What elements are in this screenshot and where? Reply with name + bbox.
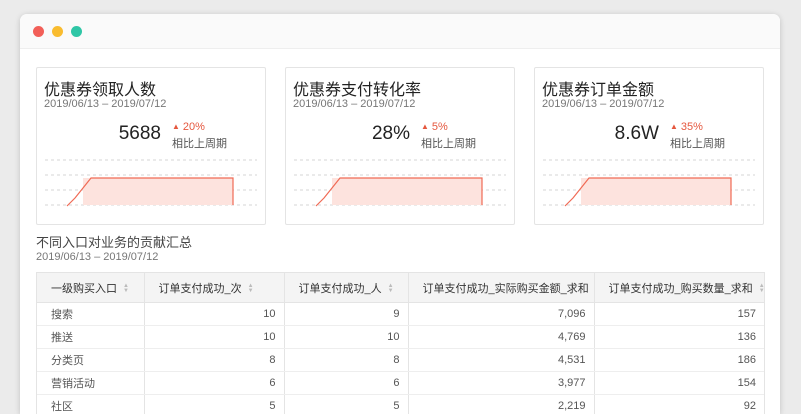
kpi-value: 28% <box>372 123 410 145</box>
table-row[interactable]: 营销活动663,977154 <box>37 372 764 395</box>
column-header[interactable]: 订单支付成功_实际购买金额_求和▲▼ <box>408 273 594 303</box>
column-header-label: 订单支付成功_购买数量_求和 <box>609 283 753 295</box>
table-cell: 5 <box>144 395 284 414</box>
kpi-change: ▲5% <box>421 121 448 133</box>
triangle-up-icon: ▲ <box>670 122 678 131</box>
section-date-range: 2019/06/13 – 2019/07/12 <box>36 251 158 263</box>
table-row[interactable]: 推送10104,769136 <box>37 326 764 349</box>
minimize-window-button[interactable] <box>52 26 63 37</box>
table-cell: 6 <box>284 372 408 395</box>
close-window-button[interactable] <box>33 26 44 37</box>
table-cell: 10 <box>144 303 284 326</box>
table-cell: 分类页 <box>37 349 144 372</box>
column-header[interactable]: 订单支付成功_次 ▲▼ <box>144 273 284 303</box>
triangle-up-icon: ▲ <box>172 122 180 131</box>
table-cell: 8 <box>284 349 408 372</box>
table-cell: 92 <box>594 395 764 414</box>
table-cell: 136 <box>594 326 764 349</box>
table-cell: 8 <box>144 349 284 372</box>
column-header-label: 订单支付成功_实际购买金额_求和 <box>423 283 589 295</box>
kpi-card: 优惠券订单金额2019/06/13 – 2019/07/12 8.6W ▲35% 相比… <box>534 67 764 225</box>
table-row[interactable]: 分类页884,531186 <box>37 349 764 372</box>
sort-icon[interactable]: ▲▼ <box>388 284 394 294</box>
table-cell: 推送 <box>37 326 144 349</box>
sort-icon[interactable]: ▲▼ <box>759 284 764 294</box>
kpi-title: 优惠券支付转化率 <box>293 76 421 100</box>
table-cell: 10 <box>144 326 284 349</box>
table-cell: 154 <box>594 372 764 395</box>
table-cell: 4,769 <box>408 326 594 349</box>
app-window: 优惠券领取人数2019/06/13 – 2019/07/125688▲20%相比… <box>20 14 780 414</box>
kpi-card: 优惠券支付转化率2019/06/13 – 2019/07/12 28% ▲5% 相比上… <box>285 67 515 225</box>
table-cell: 3,977 <box>408 372 594 395</box>
kpi-change-value: 20% <box>183 121 205 133</box>
column-header[interactable]: 一级购买入口 ▲▼ <box>37 273 144 303</box>
column-header-label: 一级购买入口 <box>51 283 117 295</box>
kpi-compare-label: 相比上周期 <box>670 135 725 151</box>
kpi-card: 优惠券领取人数2019/06/13 – 2019/07/12 5688 ▲20% 相比… <box>36 67 266 225</box>
kpi-change-value: 5% <box>432 121 448 133</box>
table-cell: 5 <box>284 395 408 414</box>
table-header-row: 一级购买入口 ▲▼ 订单支付成功_次 ▲▼ 订单支付成功_人 ▲▼ 订单支付成功_实际购买金… <box>37 273 764 303</box>
triangle-up-icon: ▲ <box>421 122 429 131</box>
table-cell: 9 <box>284 303 408 326</box>
table-cell: 4,531 <box>408 349 594 372</box>
kpi-sparkline <box>543 158 755 208</box>
kpi-title: 优惠券订单金额 <box>542 76 654 100</box>
column-header-label: 订单支付成功_人 <box>299 283 382 295</box>
kpi-date-range: 2019/06/13 – 2019/07/12 <box>542 98 664 110</box>
title-bar <box>20 14 780 49</box>
section-title: 不同入口对业务的贡献汇总 <box>36 232 192 251</box>
maximize-window-button[interactable] <box>71 26 82 37</box>
table-cell: 社区 <box>37 395 144 414</box>
kpi-compare-label: 相比上周期 <box>172 135 227 151</box>
kpi-value: 8.6W <box>615 123 659 145</box>
contribution-table: 一级购买入口 ▲▼ 订单支付成功_次 ▲▼ 订单支付成功_人 ▲▼ 订单支付成功_实际购买金… <box>36 272 765 414</box>
sort-icon[interactable]: ▲▼ <box>248 284 254 294</box>
kpi-compare-label: 相比上周期 <box>421 135 476 151</box>
sort-icon[interactable]: ▲▼ <box>123 284 129 294</box>
table-cell: 搜索 <box>37 303 144 326</box>
table-cell: 营销活动 <box>37 372 144 395</box>
kpi-date-range: 2019/06/13 – 2019/07/12 <box>44 98 166 110</box>
kpi-change: ▲20% <box>172 121 205 133</box>
column-header[interactable]: 订单支付成功_购买数量_求和 ▲▼ <box>594 273 764 303</box>
kpi-title: 优惠券领取人数 <box>44 76 156 100</box>
table-cell: 7,096 <box>408 303 594 326</box>
table-cell: 186 <box>594 349 764 372</box>
table-row[interactable]: 搜索1097,096157 <box>37 303 764 326</box>
kpi-sparkline <box>45 158 257 208</box>
table-cell: 2,219 <box>408 395 594 414</box>
kpi-change-value: 35% <box>681 121 703 133</box>
kpi-change: ▲35% <box>670 121 703 133</box>
kpi-value: 5688 <box>119 123 161 145</box>
column-header-label: 订单支付成功_次 <box>159 283 242 295</box>
table-cell: 10 <box>284 326 408 349</box>
kpi-date-range: 2019/06/13 – 2019/07/12 <box>293 98 415 110</box>
column-header[interactable]: 订单支付成功_人 ▲▼ <box>284 273 408 303</box>
kpi-sparkline <box>294 158 506 208</box>
table-cell: 6 <box>144 372 284 395</box>
table-row[interactable]: 社区552,21992 <box>37 395 764 414</box>
table-cell: 157 <box>594 303 764 326</box>
